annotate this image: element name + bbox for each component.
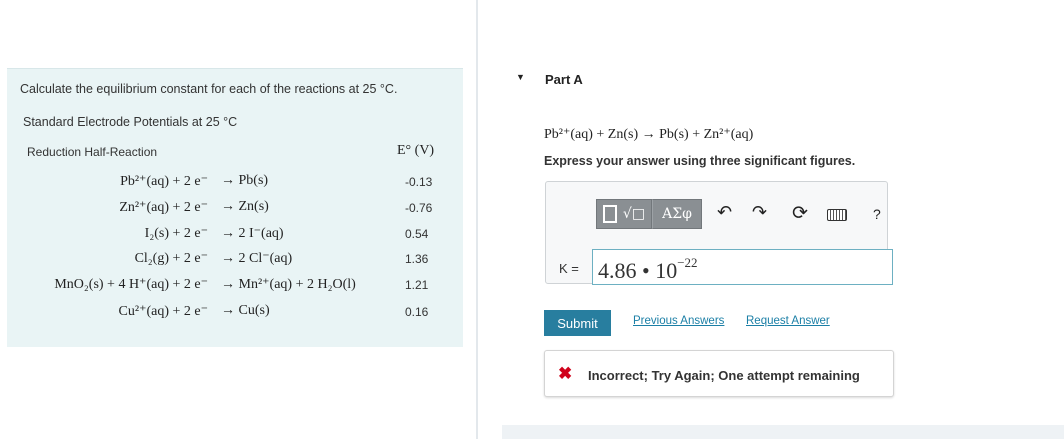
reaction-reactants: Pb²⁺(aq) + 2 e⁻	[120, 174, 208, 189]
reaction-products: → Zn(s)	[221, 199, 269, 214]
part-title[interactable]: Part A	[545, 72, 583, 87]
column-divider	[476, 0, 478, 439]
symbols-button[interactable]: ΑΣφ	[652, 199, 702, 229]
reaction-potential: -0.13	[405, 175, 433, 189]
square-icon	[602, 205, 617, 223]
reaction-row: Zn²⁺(aq) + 2 e⁻ → Zn(s) -0.76	[7, 199, 463, 223]
instruction: Express your answer using three signific…	[544, 154, 856, 168]
column-header-potential: E° (V)	[397, 143, 435, 158]
column-header-reaction: Reduction Half-Reaction	[27, 145, 158, 159]
answer-input[interactable]: 4.86 • 10−22	[592, 249, 893, 285]
reaction-row: I₂(s) + 2 e⁻ → 2 I⁻(aq) 0.54	[7, 225, 463, 249]
reaction-reactants: I₂(s) + 2 e⁻	[144, 226, 208, 241]
reaction-potential: 0.54	[405, 227, 429, 241]
k-label: K =	[559, 261, 579, 276]
problem-panel: Calculate the equilibrium constant for e…	[7, 68, 463, 347]
keyboard-icon[interactable]	[827, 209, 847, 221]
reaction-products: → 2 Cl⁻(aq)	[221, 251, 293, 266]
request-answer-link[interactable]: Request Answer	[746, 315, 830, 327]
collapse-triangle-icon[interactable]: ▼	[516, 72, 525, 82]
reaction-potential: 1.21	[405, 278, 429, 292]
answer-value: 4.86 • 10−22	[598, 255, 698, 284]
reaction-potential: 1.36	[405, 252, 429, 266]
submit-button[interactable]: Submit	[544, 310, 611, 336]
feedback-message: Incorrect; Try Again; One attempt remain…	[588, 368, 860, 383]
bottom-band	[502, 425, 1064, 439]
previous-answers-link[interactable]: Previous Answers	[633, 315, 724, 327]
reaction-row: Pb²⁺(aq) + 2 e⁻ → Pb(s) -0.13	[7, 173, 463, 197]
problem-intro: Calculate the equilibrium constant for e…	[20, 82, 398, 96]
reaction-row: MnO₂(s) + 4 H⁺(aq) + 2 e⁻ → Mn²⁺(aq) + 2…	[7, 276, 463, 300]
reaction-row: Cl₂(g) + 2 e⁻ → 2 Cl⁻(aq) 1.36	[7, 250, 463, 274]
undo-icon[interactable]: ↶	[717, 204, 732, 222]
reaction-products: → Mn²⁺(aq) + 2 H₂O(l)	[221, 277, 356, 292]
redo-icon[interactable]: ↷	[752, 204, 767, 222]
reaction-reactants: MnO₂(s) + 4 H⁺(aq) + 2 e⁻	[54, 277, 208, 292]
table-title: Standard Electrode Potentials at 25 °C	[23, 115, 238, 129]
answer-exponent: −22	[677, 255, 698, 270]
answer-base: 10	[655, 258, 678, 283]
sqrt-icon: √□	[622, 206, 646, 222]
answer-box: √□ ΑΣφ ↶ ↷ ⟳ ? K = 4.86 • 10−22	[545, 181, 893, 285]
help-button[interactable]: ?	[873, 205, 881, 223]
reaction-reactants: Cu²⁺(aq) + 2 e⁻	[118, 304, 208, 319]
reaction-products: → Cu(s)	[221, 303, 270, 318]
incorrect-x-icon: ✖	[558, 364, 573, 383]
reaction-products: → Pb(s)	[221, 173, 269, 188]
reaction-potential: 0.16	[405, 305, 429, 319]
reaction-reactants: Cl₂(g) + 2 e⁻	[134, 251, 208, 266]
answer-operator: •	[642, 258, 650, 283]
reaction-products: → 2 I⁻(aq)	[221, 226, 284, 241]
templates-button[interactable]: √□	[596, 199, 652, 229]
reaction-potential: -0.76	[405, 201, 433, 215]
answer-mantissa: 4.86	[598, 258, 637, 283]
reaction-row: Cu²⁺(aq) + 2 e⁻ → Cu(s) 0.16	[7, 303, 463, 327]
reaction-reactants: Zn²⁺(aq) + 2 e⁻	[119, 200, 208, 215]
feedback-box: ✖ Incorrect; Try Again; One attempt rema…	[544, 350, 894, 397]
part-reaction: Pb²⁺(aq) + Zn(s) → Pb(s) + Zn²⁺(aq)	[544, 127, 754, 142]
reset-icon[interactable]: ⟳	[792, 204, 808, 223]
